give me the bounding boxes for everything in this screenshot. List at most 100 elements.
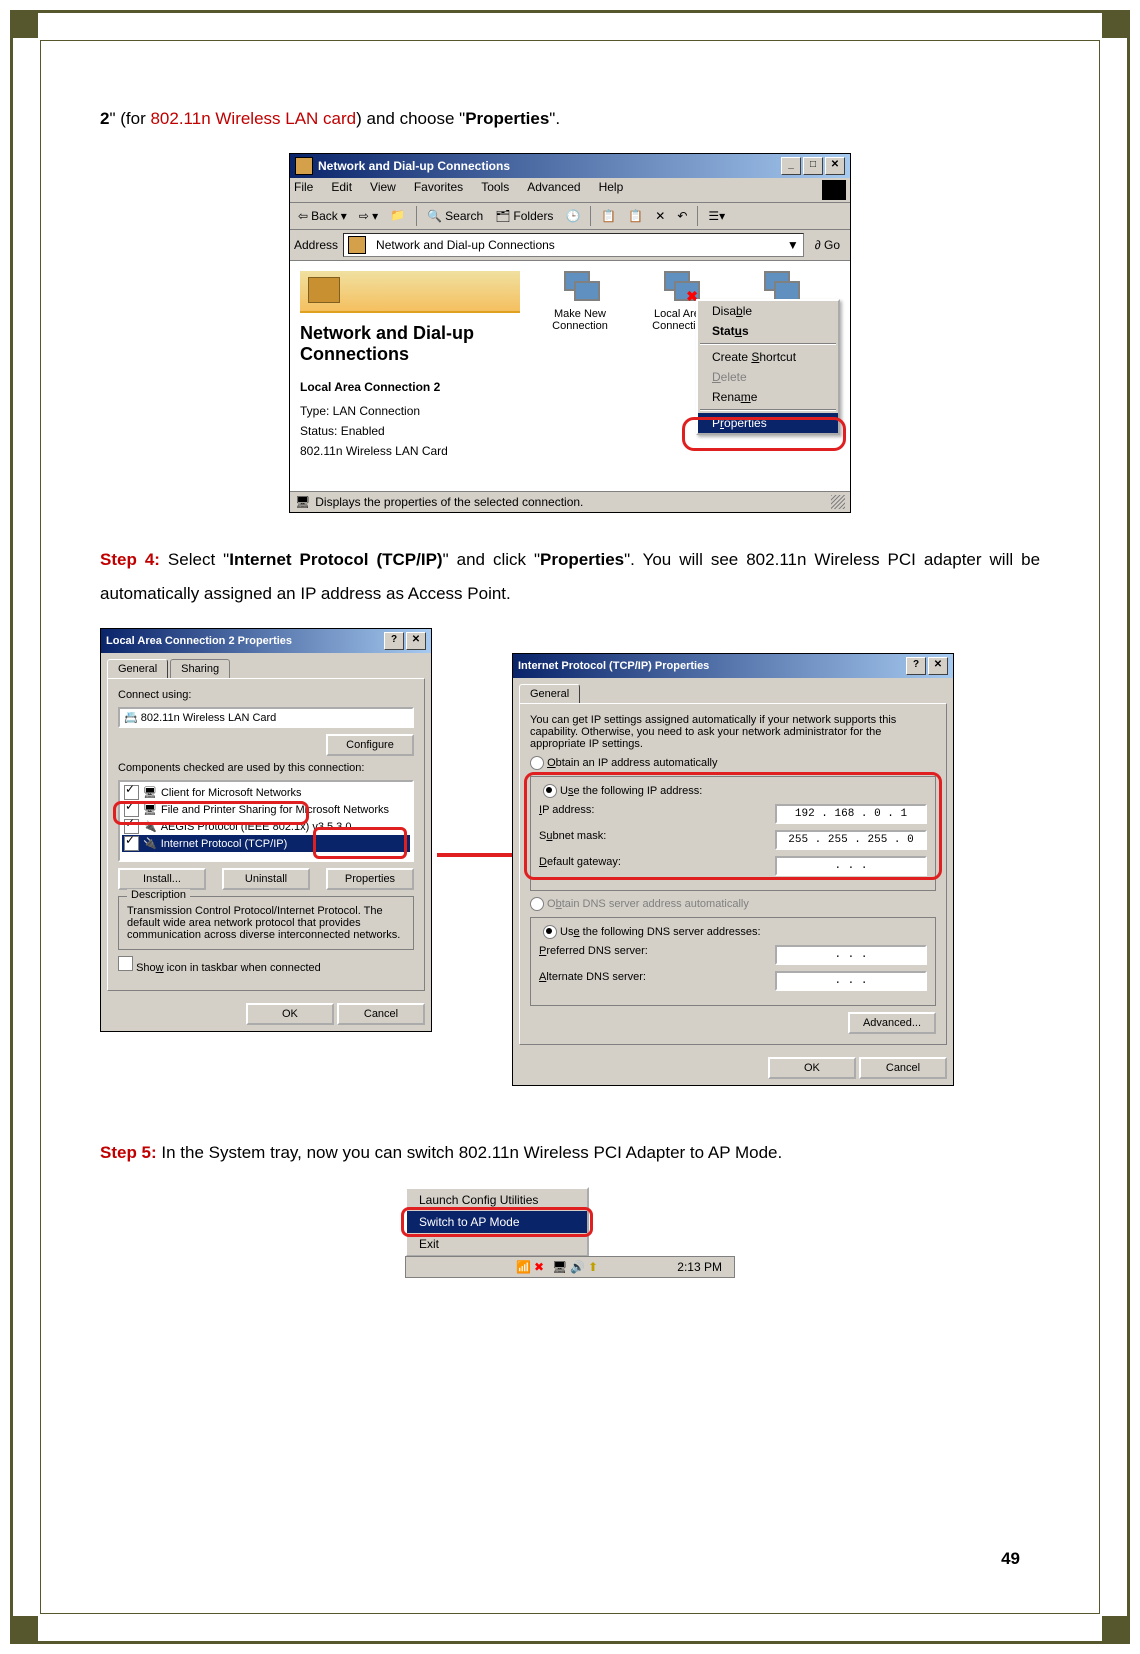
folder-banner-icon <box>300 271 520 313</box>
adapter-field: 📇 802.11n Wireless LAN Card <box>118 707 414 728</box>
tab-sharing[interactable]: Sharing <box>170 659 230 678</box>
tray-icon-2[interactable]: ✖ <box>534 1260 548 1274</box>
menu-view[interactable]: View <box>370 180 396 200</box>
resize-grip-icon[interactable] <box>831 495 845 509</box>
tray-switch[interactable]: Switch to AP Mode <box>407 1211 587 1233</box>
go-button[interactable]: ∂ Go <box>809 236 846 254</box>
dialog-tcpip-properties: Internet Protocol (TCP/IP) Properties ? … <box>512 653 954 1086</box>
statusbar-text: Displays the properties of the selected … <box>315 495 583 509</box>
copy-to-button[interactable]: 📋 <box>624 207 647 225</box>
windows-logo-icon <box>822 180 846 200</box>
cm-properties[interactable]: Properties <box>698 413 838 433</box>
systray-screenshot: Launch Config Utilities Switch to AP Mod… <box>405 1187 735 1278</box>
ip-field[interactable]: 192 . 168 . 0 . 1 <box>775 804 927 824</box>
menu-help[interactable]: Help <box>599 180 624 200</box>
views-button[interactable]: ☰▾ <box>704 207 729 225</box>
mask-field[interactable]: 255 . 255 . 255 . 0 <box>775 830 927 850</box>
search-button[interactable]: 🔍 Search <box>423 207 487 225</box>
tab-general[interactable]: General <box>519 684 580 703</box>
monitor-icon: 🖥 <box>295 495 310 509</box>
minimize-button[interactable]: _ <box>781 157 801 175</box>
step5-text: Step 5: In the System tray, now you can … <box>100 1136 1040 1170</box>
item-make-new[interactable]: Make New Connection <box>540 271 620 332</box>
cm-rename[interactable]: Rename <box>698 387 838 407</box>
cancel-button[interactable]: Cancel <box>859 1057 947 1079</box>
components-label: Components checked are used by this conn… <box>118 762 414 774</box>
connect-using-label: Connect using: <box>118 689 414 701</box>
radio-obtain-auto[interactable]: Obtain an IP address automatically <box>530 756 936 770</box>
adapter-icon: 📇 <box>124 712 138 724</box>
delete-button[interactable]: ✕ <box>651 207 669 225</box>
components-list[interactable]: 🖥Client for Microsoft Networks 🖥File and… <box>118 780 414 862</box>
cancel-button[interactable]: Cancel <box>337 1003 425 1025</box>
cm-shortcut[interactable]: Create Shortcut <box>698 347 838 367</box>
move-to-button[interactable]: 📋 <box>597 207 620 225</box>
corner-tr <box>1102 10 1130 38</box>
dialog-title: Local Area Connection 2 Properties <box>106 635 292 647</box>
protocol-icon: 🔌 <box>143 820 157 833</box>
content: 2" (for 802.11n Wireless LAN card) and c… <box>100 85 1040 1594</box>
folders-button[interactable]: 🗂 Folders <box>491 207 557 225</box>
maximize-button[interactable]: □ <box>803 157 823 175</box>
menu-advanced[interactable]: Advanced <box>527 180 580 200</box>
description-text: Transmission Control Protocol/Internet P… <box>127 905 405 941</box>
cm-disable[interactable]: Disable <box>698 301 838 321</box>
menu-file[interactable]: File <box>294 180 313 200</box>
alt-dns-field[interactable]: . . . <box>775 971 927 991</box>
tab-general[interactable]: General <box>107 659 168 678</box>
menu-favorites[interactable]: Favorites <box>414 180 463 200</box>
dialog-title: Internet Protocol (TCP/IP) Properties <box>518 660 709 672</box>
advanced-button[interactable]: Advanced... <box>848 1012 936 1034</box>
show-icon-checkbox[interactable]: Show icon in taskbar when connected <box>118 956 414 974</box>
corner-br <box>1102 1616 1130 1644</box>
radio-use-dns[interactable]: Use the following DNS server addresses: <box>539 925 765 939</box>
close-button[interactable]: ✕ <box>825 157 845 175</box>
tray-icon-4[interactable]: 🔊 <box>570 1260 584 1274</box>
help-button[interactable]: ? <box>906 657 926 675</box>
configure-button[interactable]: Configure <box>326 734 414 756</box>
tray-icon-3[interactable]: 🖥 <box>552 1260 566 1274</box>
menubar: File Edit View Favorites Tools Advanced … <box>290 178 850 203</box>
radio-obtain-dns: Obtain DNS server address automatically <box>530 897 936 911</box>
cm-status[interactable]: Status <box>698 321 838 341</box>
history-button[interactable]: 🕒 <box>561 207 584 225</box>
radio-use-ip[interactable]: Use the following IP address: <box>539 784 706 798</box>
page-number: 49 <box>1001 1549 1020 1569</box>
tray-icon-1[interactable]: 📶 <box>516 1260 530 1274</box>
tcpip-icon: 🔌 <box>143 837 157 850</box>
selected-title: Local Area Connection 2 <box>300 380 520 394</box>
address-field[interactable]: Network and Dial-up Connections ▼ <box>343 233 804 257</box>
connection-icon: ✖ <box>664 271 696 303</box>
address-icon <box>348 236 366 254</box>
ok-button[interactable]: OK <box>768 1057 856 1079</box>
tray-exit[interactable]: Exit <box>407 1233 587 1255</box>
install-button[interactable]: Install... <box>118 868 206 890</box>
status-line: Status: Enabled <box>300 424 520 438</box>
close-button[interactable]: ✕ <box>406 632 426 650</box>
uninstall-button[interactable]: Uninstall <box>222 868 310 890</box>
menu-tools[interactable]: Tools <box>481 180 509 200</box>
undo-button[interactable]: ↶ <box>673 207 691 225</box>
share-icon: 🖥 <box>143 803 157 816</box>
page: 2" (for 802.11n Wireless LAN card) and c… <box>0 0 1140 1654</box>
close-button[interactable]: ✕ <box>928 657 948 675</box>
intro-link: 802.11n Wireless LAN card <box>150 109 356 128</box>
tray-icon-5[interactable]: ⬆ <box>588 1260 602 1274</box>
ok-button[interactable]: OK <box>246 1003 334 1025</box>
dropdown-icon[interactable]: ▼ <box>787 238 799 252</box>
menu-edit[interactable]: Edit <box>331 180 352 200</box>
corner-tl <box>10 10 38 38</box>
step4-text: Step 4: Select "Internet Protocol (TCP/I… <box>100 543 1040 611</box>
up-button[interactable]: 📁 <box>386 206 410 226</box>
cm-delete: Delete <box>698 367 838 387</box>
gateway-field[interactable]: . . . <box>775 856 927 876</box>
help-button[interactable]: ? <box>384 632 404 650</box>
titlebar[interactable]: Network and Dial-up Connections _ □ ✕ <box>290 154 850 178</box>
pref-dns-field[interactable]: . . . <box>775 945 927 965</box>
forward-button[interactable]: ⇨ ▾ <box>355 207 382 225</box>
window-network-connections: Network and Dial-up Connections _ □ ✕ Fi… <box>289 153 851 513</box>
properties-button[interactable]: Properties <box>326 868 414 890</box>
tray-launch[interactable]: Launch Config Utilities <box>407 1189 587 1211</box>
ip-blurb: You can get IP settings assigned automat… <box>530 714 936 750</box>
back-button[interactable]: ⇦ Back ▾ <box>294 207 351 225</box>
